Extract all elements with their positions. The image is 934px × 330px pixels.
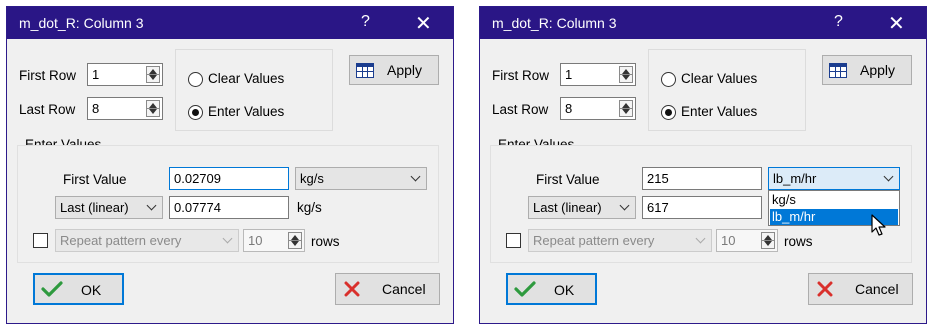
close-icon[interactable]: ✕ xyxy=(888,11,905,36)
first-row-label: First Row xyxy=(492,68,549,83)
title-bar: m_dot_R: Column 3 ? ✕ xyxy=(480,7,926,39)
dialog-title: m_dot_R: Column 3 xyxy=(19,15,144,31)
repeat-checkbox[interactable] xyxy=(506,233,521,248)
last-mode-select[interactable]: Last (linear) xyxy=(528,196,636,219)
cancel-label: Cancel xyxy=(855,281,899,297)
chevron-down-icon xyxy=(222,233,233,244)
enter-values-radio[interactable] xyxy=(188,105,203,120)
repeat-count-spinner[interactable]: 10 xyxy=(716,229,778,252)
clear-values-radio[interactable] xyxy=(188,72,203,87)
last-row-label: Last Row xyxy=(19,102,76,117)
clear-values-radio[interactable] xyxy=(661,72,676,87)
cancel-button[interactable]: Cancel xyxy=(808,273,913,305)
first-value-text: 0.02709 xyxy=(174,171,221,186)
spin-buttons[interactable] xyxy=(619,100,633,117)
grid-icon xyxy=(356,63,374,78)
grid-icon xyxy=(829,63,847,78)
repeat-pattern-label: Repeat pattern every xyxy=(60,233,182,248)
first-value-input[interactable]: 215 xyxy=(642,167,762,190)
spin-buttons[interactable] xyxy=(761,232,775,249)
repeat-count-value: 10 xyxy=(721,233,736,248)
last-value-text: 617 xyxy=(647,200,669,215)
help-button[interactable]: ? xyxy=(834,13,843,31)
cancel-x-icon xyxy=(817,281,833,297)
chevron-down-icon xyxy=(619,200,630,211)
unit-option-kg-s[interactable]: kg/s xyxy=(770,192,898,208)
mouse-pointer-icon xyxy=(871,214,886,236)
column-dialog-kg-s: m_dot_R: Column 3 ? ✕ First Row 1 Last R… xyxy=(6,6,454,324)
repeat-count-spinner[interactable]: 10 xyxy=(243,229,305,252)
spin-buttons[interactable] xyxy=(619,66,633,83)
clear-values-label: Clear Values xyxy=(208,71,285,86)
chevron-down-icon xyxy=(410,171,421,182)
apply-label: Apply xyxy=(387,62,423,78)
mode-group: Clear Values Enter Values xyxy=(648,49,806,131)
rows-label: rows xyxy=(784,234,813,249)
repeat-pattern-select[interactable]: Repeat pattern every xyxy=(55,229,239,252)
chevron-down-icon xyxy=(883,171,894,182)
close-icon[interactable]: ✕ xyxy=(415,11,432,36)
first-row-value: 1 xyxy=(92,67,100,82)
rows-label: rows xyxy=(311,234,340,249)
last-value-text: 0.07774 xyxy=(174,200,221,215)
spin-buttons[interactable] xyxy=(288,232,302,249)
last-mode-value: Last (linear) xyxy=(533,200,602,215)
last-row-value: 8 xyxy=(565,101,573,116)
first-row-value: 1 xyxy=(565,67,573,82)
chevron-down-icon xyxy=(695,233,706,244)
first-value-label: First Value xyxy=(536,172,600,187)
spin-buttons[interactable] xyxy=(146,66,160,83)
last-row-spinner[interactable]: 8 xyxy=(560,97,636,120)
title-bar: m_dot_R: Column 3 ? ✕ xyxy=(7,7,453,39)
last-mode-value: Last (linear) xyxy=(60,200,129,215)
last-row-spinner[interactable]: 8 xyxy=(87,97,163,120)
first-row-spinner[interactable]: 1 xyxy=(560,63,636,86)
enter-values-radio-label: Enter Values xyxy=(681,104,758,119)
enter-values-radio[interactable] xyxy=(661,105,676,120)
ok-button[interactable]: OK xyxy=(33,273,124,305)
last-unit-label: kg/s xyxy=(297,200,322,215)
ok-label: OK xyxy=(554,282,575,298)
last-row-label: Last Row xyxy=(492,102,549,117)
first-value-input[interactable]: 0.02709 xyxy=(169,167,289,190)
last-row-value: 8 xyxy=(92,101,100,116)
mode-group: Clear Values Enter Values xyxy=(175,49,333,131)
apply-button[interactable]: Apply xyxy=(822,55,912,85)
apply-label: Apply xyxy=(860,62,896,78)
cancel-x-icon xyxy=(344,281,360,297)
first-unit-value: kg/s xyxy=(300,171,324,186)
first-unit-value: lb_m/hr xyxy=(773,171,817,186)
chevron-down-icon xyxy=(146,200,157,211)
first-value-text: 215 xyxy=(647,171,669,186)
ok-button[interactable]: OK xyxy=(506,273,597,305)
first-value-label: First Value xyxy=(63,172,127,187)
repeat-checkbox[interactable] xyxy=(33,233,48,248)
last-value-input[interactable]: 617 xyxy=(642,196,762,219)
last-value-input[interactable]: 0.07774 xyxy=(169,196,289,219)
first-row-label: First Row xyxy=(19,68,76,83)
checkmark-icon xyxy=(514,281,536,297)
dialog-title: m_dot_R: Column 3 xyxy=(492,15,617,31)
enter-values-radio-label: Enter Values xyxy=(208,104,285,119)
first-unit-select[interactable]: kg/s xyxy=(295,167,427,190)
apply-button[interactable]: Apply xyxy=(349,55,439,85)
repeat-pattern-select[interactable]: Repeat pattern every xyxy=(528,229,712,252)
help-button[interactable]: ? xyxy=(361,13,370,31)
cancel-label: Cancel xyxy=(382,281,426,297)
clear-values-label: Clear Values xyxy=(681,71,758,86)
spin-buttons[interactable] xyxy=(146,100,160,117)
last-mode-select[interactable]: Last (linear) xyxy=(55,196,163,219)
first-unit-select[interactable]: lb_m/hr xyxy=(768,167,900,190)
repeat-count-value: 10 xyxy=(248,233,263,248)
cancel-button[interactable]: Cancel xyxy=(335,273,440,305)
ok-label: OK xyxy=(81,282,102,298)
column-dialog-lbm-hr: m_dot_R: Column 3 ? ✕ First Row 1 Last R… xyxy=(479,6,927,324)
repeat-pattern-label: Repeat pattern every xyxy=(533,233,655,248)
first-row-spinner[interactable]: 1 xyxy=(87,63,163,86)
checkmark-icon xyxy=(41,281,63,297)
